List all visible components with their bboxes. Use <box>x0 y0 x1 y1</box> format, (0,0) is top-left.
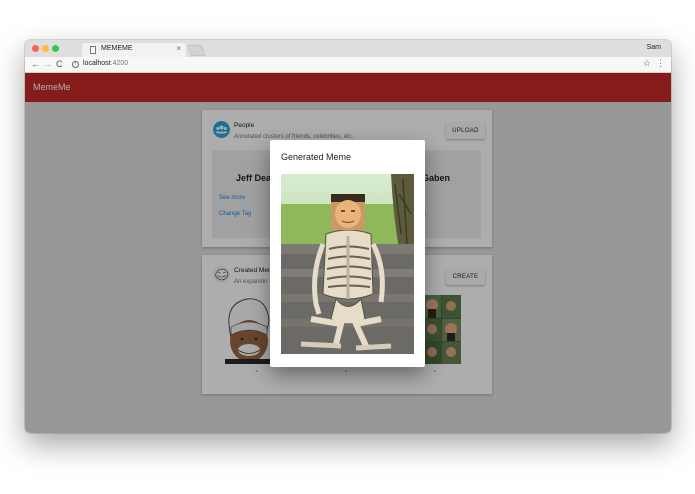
new-tab-button[interactable] <box>186 45 207 56</box>
tab-close-icon[interactable]: × <box>176 44 181 53</box>
back-icon[interactable]: ← <box>31 59 40 70</box>
bookmark-star-icon[interactable]: ☆ <box>643 58 651 69</box>
site-info-icon[interactable]: i <box>72 61 79 68</box>
url-port: :4200 <box>110 60 129 67</box>
browser-tab[interactable]: MEMEME × <box>82 43 186 57</box>
zoom-window-icon[interactable] <box>52 45 59 52</box>
reload-icon[interactable]: C <box>56 59 63 70</box>
page-icon <box>90 46 96 54</box>
url-field[interactable]: localhost:4200 <box>83 60 128 67</box>
address-bar: ← → C i localhost:4200 ☆ ⋮ <box>25 57 671 73</box>
generated-meme-image <box>281 174 414 354</box>
browser-menu-icon[interactable]: ⋮ <box>656 58 665 69</box>
minimize-window-icon[interactable] <box>42 45 49 52</box>
forward-icon[interactable]: → <box>43 59 52 70</box>
tab-title: MEMEME <box>101 45 133 52</box>
close-window-icon[interactable] <box>32 45 39 52</box>
browser-window: MEMEME × Sam ← → C i localhost:4200 ☆ ⋮ … <box>25 40 671 433</box>
dialog-title: Generated Meme <box>281 152 352 162</box>
generated-meme-dialog: Generated Meme <box>270 140 425 367</box>
url-host: localhost <box>83 60 111 67</box>
page-content: MemeMe People Annotated clusters of frie… <box>25 73 671 433</box>
profile-name[interactable]: Sam <box>647 44 661 51</box>
browser-tab-strip: MEMEME × Sam <box>25 40 671 57</box>
